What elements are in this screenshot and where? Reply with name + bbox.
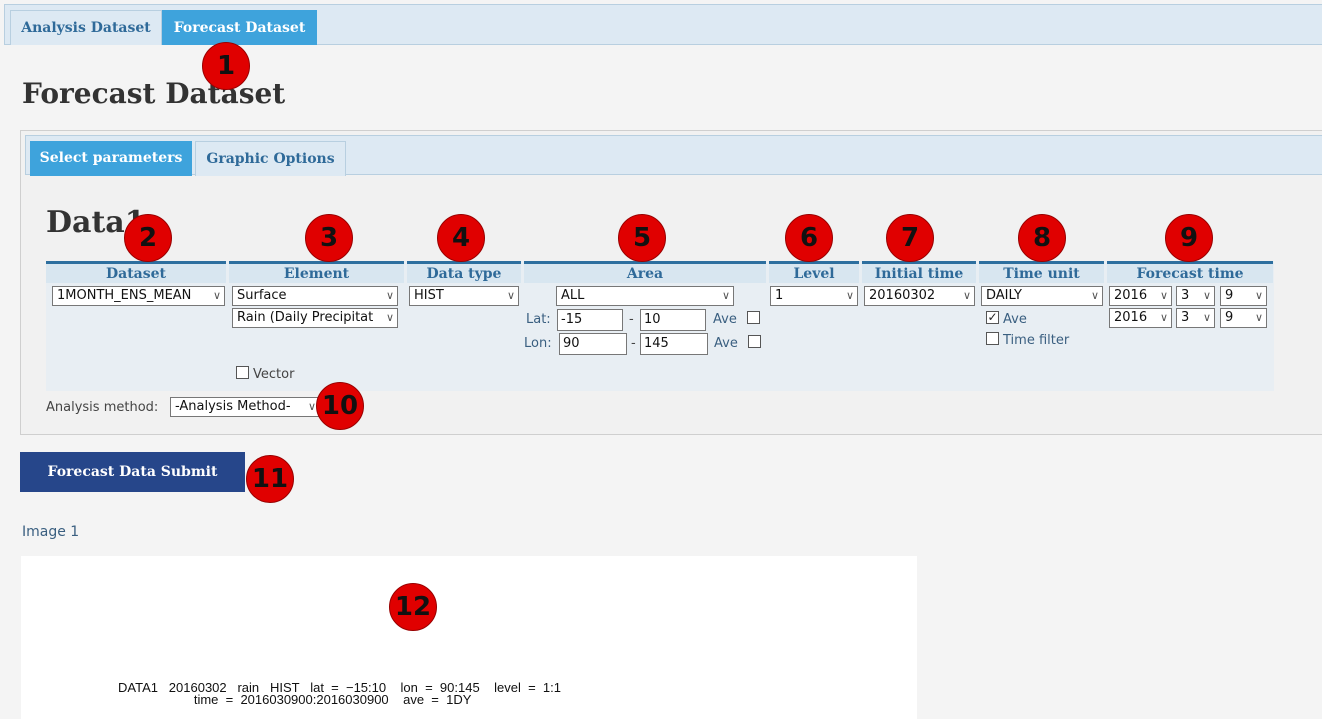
analysis-method-label: Analysis method: — [46, 400, 159, 415]
chevron-down-icon: ∨ — [721, 289, 730, 302]
initial-time-select[interactable]: 20160302 ∨ — [864, 286, 975, 306]
forecast-start-day-select[interactable]: 9 ∨ — [1220, 286, 1267, 306]
tab-forecast-dataset[interactable]: Forecast Dataset — [162, 10, 317, 45]
chevron-down-icon: ∨ — [962, 289, 971, 302]
parameters-panel: Select parameters Graphic Options Data1 … — [20, 130, 1322, 435]
result-image: DATA1 20160302 rain HIST lat = −15:10 lo… — [21, 556, 917, 719]
tab-select-parameters[interactable]: Select parameters — [30, 141, 192, 176]
forecast-end-month-value: 3 — [1181, 310, 1190, 325]
forecast-start-year-value: 2016 — [1114, 288, 1148, 303]
initial-time-value: 20160302 — [869, 288, 936, 303]
marker-2: 2 — [124, 214, 172, 262]
forecast-start-day-value: 9 — [1225, 288, 1234, 303]
element-category-value: Surface — [237, 288, 287, 303]
chevron-down-icon: ∨ — [1202, 311, 1211, 324]
area-value: ALL — [561, 288, 585, 303]
lat-to-input[interactable]: 10 — [640, 309, 706, 331]
column-header-initial-time: Initial time — [862, 261, 976, 283]
forecast-start-month-select[interactable]: 3 ∨ — [1176, 286, 1215, 306]
level-select[interactable]: 1 ∨ — [770, 286, 858, 306]
analysis-method-value: -Analysis Method- — [175, 399, 291, 414]
lat-ave-checkbox[interactable] — [747, 311, 760, 324]
lon-dash: - — [631, 336, 636, 351]
forecast-end-month-select[interactable]: 3 ∨ — [1176, 308, 1215, 328]
chevron-down-icon: ∨ — [1159, 289, 1168, 302]
vector-label: Vector — [253, 367, 295, 382]
element-select[interactable]: Rain (Daily Precipitat ∨ — [232, 308, 398, 328]
time-ave-label: Ave — [1003, 312, 1027, 327]
marker-8: 8 — [1018, 214, 1066, 262]
chevron-down-icon: ∨ — [1159, 311, 1168, 324]
vector-checkbox[interactable] — [236, 366, 249, 379]
time-filter-checkbox[interactable] — [986, 332, 999, 345]
marker-12: 12 — [389, 583, 437, 631]
column-header-forecast-time: Forecast time — [1107, 261, 1273, 283]
marker-1: 1 — [202, 42, 250, 90]
forecast-start-year-select[interactable]: 2016 ∨ — [1109, 286, 1172, 306]
lon-ave-checkbox[interactable] — [748, 335, 761, 348]
lat-from-input[interactable]: -15 — [557, 309, 623, 331]
marker-4: 4 — [437, 214, 485, 262]
dataset-select[interactable]: 1MONTH_ENS_MEAN ∨ — [52, 286, 225, 306]
data-type-select[interactable]: HIST ∨ — [409, 286, 519, 306]
marker-9: 9 — [1165, 214, 1213, 262]
forecast-end-year-value: 2016 — [1114, 310, 1148, 325]
lon-label: Lon: — [524, 336, 552, 351]
marker-10: 10 — [316, 382, 364, 430]
tab-analysis-dataset[interactable]: Analysis Dataset — [10, 10, 162, 45]
column-header-element: Element — [229, 261, 404, 283]
column-header-area: Area — [524, 261, 766, 283]
chevron-down-icon: ∨ — [1090, 289, 1099, 302]
data-type-value: HIST — [414, 288, 444, 303]
marker-3: 3 — [305, 214, 353, 262]
inner-tab-bar: Select parameters Graphic Options — [25, 135, 1322, 176]
checkmark-icon: ✓ — [987, 310, 998, 324]
chevron-down-icon: ∨ — [212, 289, 221, 302]
forecast-start-month-value: 3 — [1181, 288, 1190, 303]
lon-from-input[interactable]: 90 — [559, 333, 627, 355]
time-filter-label: Time filter — [1003, 333, 1070, 348]
chevron-down-icon: ∨ — [385, 309, 394, 327]
forecast-end-day-select[interactable]: 9 ∨ — [1220, 308, 1267, 328]
parameter-form: Dataset Element Data type Area Level Ini… — [46, 261, 1274, 391]
image-label: Image 1 — [22, 524, 80, 540]
time-unit-value: DAILY — [986, 288, 1022, 303]
plot-caption-line-2: time = 2016030900:2016030900 ave = 1DY — [118, 692, 472, 707]
chevron-down-icon: ∨ — [506, 289, 515, 302]
tab-graphic-options[interactable]: Graphic Options — [195, 141, 346, 176]
time-unit-select[interactable]: DAILY ∨ — [981, 286, 1103, 306]
chevron-down-icon: ∨ — [1254, 289, 1263, 302]
page-title: Forecast Dataset — [22, 77, 286, 110]
forecast-end-year-select[interactable]: 2016 ∨ — [1109, 308, 1172, 328]
marker-7: 7 — [886, 214, 934, 262]
chevron-down-icon: ∨ — [1202, 289, 1211, 302]
level-value: 1 — [775, 288, 784, 303]
area-select[interactable]: ALL ∨ — [556, 286, 734, 306]
lat-dash: - — [629, 312, 634, 327]
marker-6: 6 — [785, 214, 833, 262]
element-value: Rain (Daily Precipitat — [237, 310, 374, 325]
top-tab-bar: Analysis Dataset Forecast Dataset — [4, 4, 1322, 45]
marker-11: 11 — [246, 455, 294, 503]
lon-ave-label: Ave — [714, 336, 738, 351]
dataset-value: 1MONTH_ENS_MEAN — [57, 288, 192, 303]
marker-5: 5 — [618, 214, 666, 262]
chevron-down-icon: ∨ — [307, 400, 316, 413]
column-header-level: Level — [769, 261, 859, 283]
forecast-end-day-value: 9 — [1225, 310, 1234, 325]
analysis-method-select[interactable]: -Analysis Method- ∨ — [170, 397, 320, 417]
forecast-data-submit-button[interactable]: Forecast Data Submit — [20, 452, 245, 492]
chevron-down-icon: ∨ — [385, 289, 394, 302]
chevron-down-icon: ∨ — [845, 289, 854, 302]
lon-to-input[interactable]: 145 — [640, 333, 708, 355]
column-header-dataset: Dataset — [46, 261, 226, 283]
time-ave-checkbox[interactable]: ✓ — [986, 311, 999, 324]
column-header-data-type: Data type — [407, 261, 521, 283]
column-header-time-unit: Time unit — [979, 261, 1104, 283]
chevron-down-icon: ∨ — [1254, 311, 1263, 324]
lat-label: Lat: — [526, 312, 551, 327]
element-category-select[interactable]: Surface ∨ — [232, 286, 398, 306]
lat-ave-label: Ave — [713, 312, 737, 327]
